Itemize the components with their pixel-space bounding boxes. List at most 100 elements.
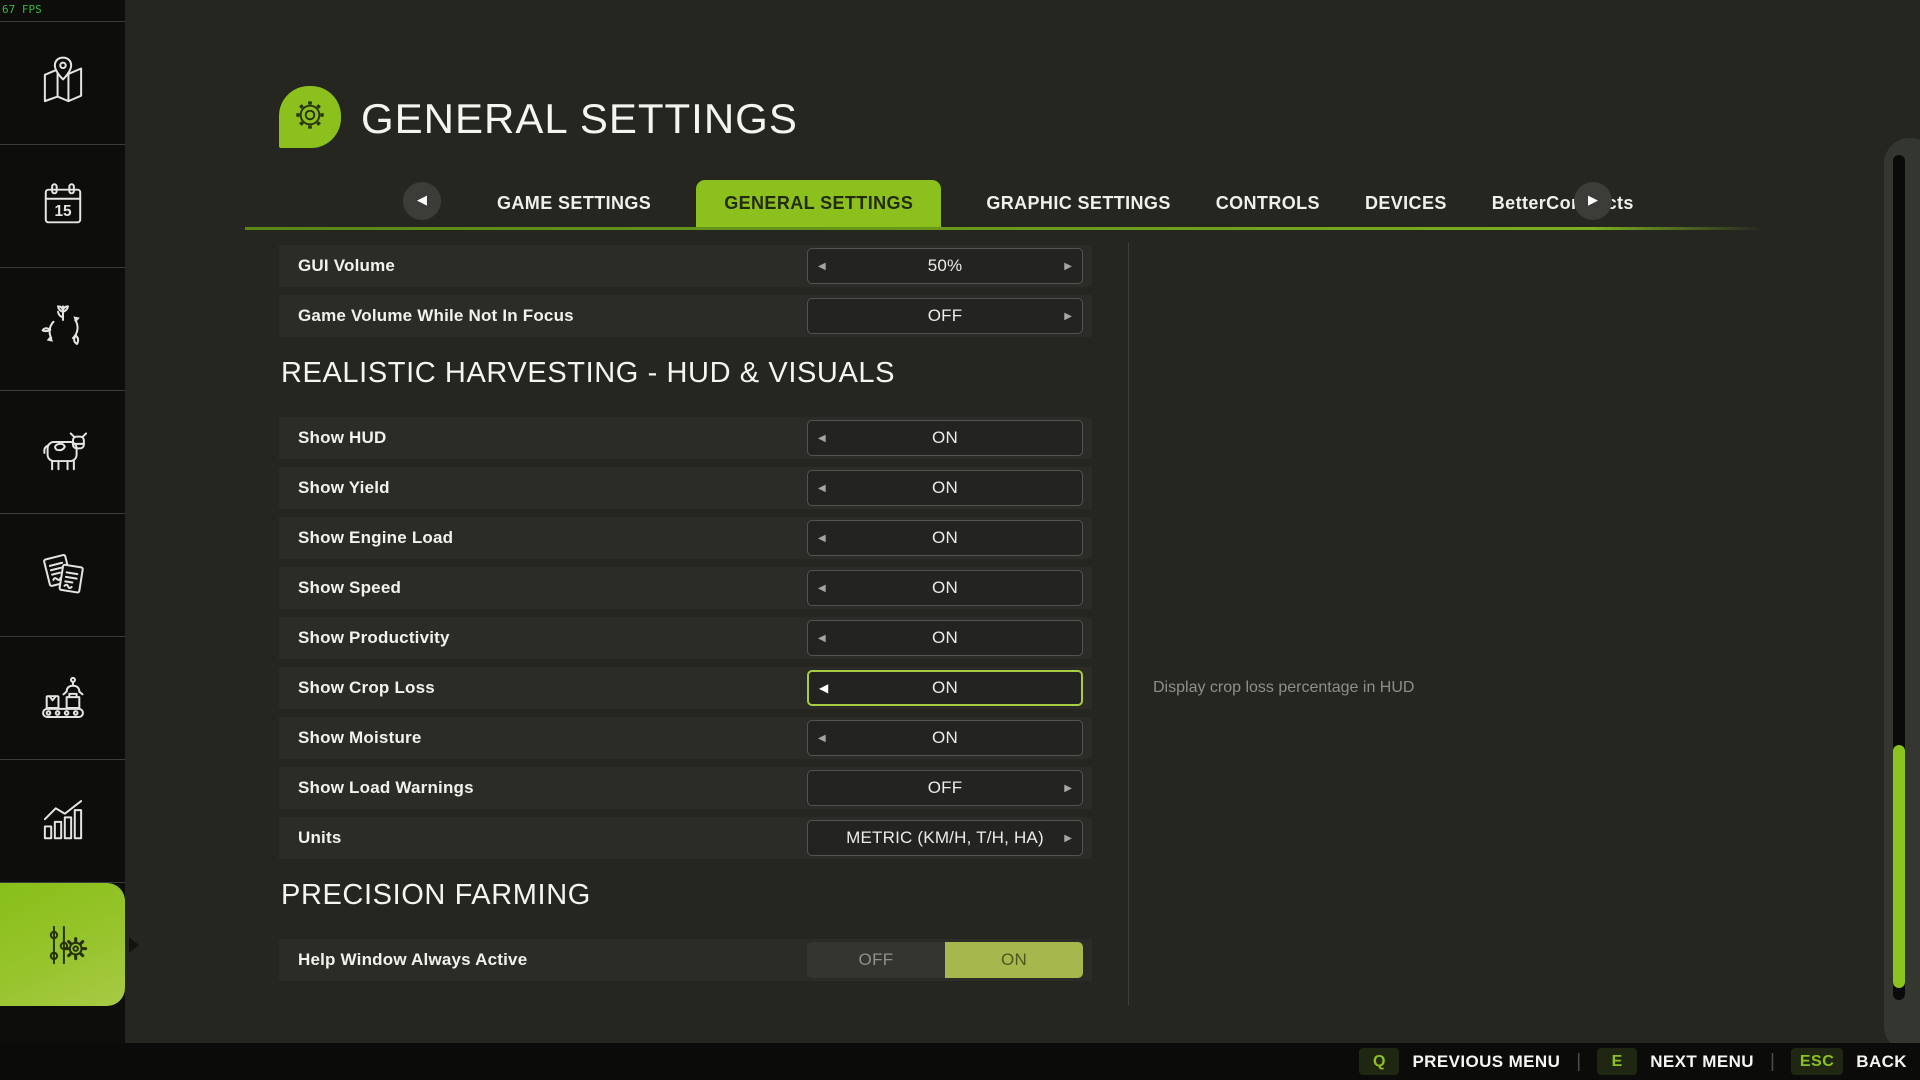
settings-list: GUI Volume ◀ 50% ▶ Game Volume While Not In … [279,245,1092,989]
selector-show-yield[interactable]: ◀ ON [807,470,1083,506]
setting-value: OFF [927,778,963,797]
setting-value: ON [932,628,958,647]
setting-value: ON [932,478,958,497]
setting-label: Show HUD [298,428,387,447]
sidebar-item-map[interactable] [0,22,125,145]
decrease-arrow-icon[interactable]: ◀ [818,721,826,755]
key-badge-q: Q [1359,1048,1400,1075]
sidebar-item-crop-rotation[interactable] [0,268,125,391]
setting-value: OFF [927,306,963,325]
setting-row-show-hud: Show HUD ◀ ON [279,417,1092,459]
increase-arrow-icon[interactable]: ▶ [1064,249,1072,283]
mod-settings-icon [34,916,92,974]
toggle-option-on[interactable]: ON [945,942,1083,978]
decrease-arrow-icon[interactable]: ◀ [819,672,828,704]
hint-label-next-menu: NEXT MENU [1650,1051,1754,1071]
selector-show-load-warnings[interactable]: OFF ▶ [807,770,1083,806]
tab-controls[interactable]: CONTROLS [1216,180,1320,227]
setting-label: Show Yield [298,478,390,497]
setting-label: Show Load Warnings [298,778,474,797]
svg-text:15: 15 [54,203,72,220]
sidebar-item-mod-settings[interactable] [0,883,139,1006]
key-hints-bar: Q PREVIOUS MENU | E NEXT MENU | ESC BACK [0,1043,1920,1080]
decrease-arrow-icon[interactable]: ◀ [818,571,826,605]
page-icon-badge [279,86,341,148]
sidebar-item-contracts[interactable] [0,514,125,637]
tab-general-settings[interactable]: GENERAL SETTINGS [696,180,942,227]
selector-show-crop-loss[interactable]: ◀ ON [807,670,1083,706]
hint-label-previous-menu: PREVIOUS MENU [1412,1051,1561,1071]
selector-units[interactable]: METRIC (KM/H, T/H, HA) ▶ [807,820,1083,856]
section-header-precision-farming: PRECISION FARMING [281,879,591,911]
selector-show-engine-load[interactable]: ◀ ON [807,520,1083,556]
active-item-arrow [129,936,139,953]
selector-show-hud[interactable]: ◀ ON [807,420,1083,456]
tabs-next-button[interactable]: ▶ [1574,182,1612,220]
decrease-arrow-icon[interactable]: ◀ [818,249,826,283]
decrease-arrow-icon[interactable]: ◀ [818,421,826,455]
sidebar-item-production[interactable] [0,637,125,760]
setting-label: Units [298,828,342,847]
selector-gui-volume[interactable]: ◀ 50% ▶ [807,248,1083,284]
scrollbar-track[interactable] [1893,155,1905,1000]
setting-row-show-crop-loss: Show Crop Loss ◀ ON [279,667,1092,709]
animals-icon [34,423,92,481]
setting-value: METRIC (KM/H, T/H, HA) [846,828,1044,847]
setting-label: Show Crop Loss [298,678,435,697]
toggle-option-off[interactable]: OFF [807,942,945,978]
gear-icon [287,92,333,143]
section-header-realistic-harvesting-hud-visuals: REALISTIC HARVESTING - HUD & VISUALS [281,357,896,389]
setting-row-show-moisture: Show Moisture ◀ ON [279,717,1092,759]
sidebar-item-calendar[interactable]: 15 [0,145,125,268]
selector-show-productivity[interactable]: ◀ ON [807,620,1083,656]
setting-label: Show Productivity [298,628,450,647]
setting-row-show-speed: Show Speed ◀ ON [279,567,1092,609]
setting-row-units: Units METRIC (KM/H, T/H, HA) ▶ [279,817,1092,859]
setting-row-show-load-warnings: Show Load Warnings OFF ▶ [279,767,1092,809]
setting-label: Help Window Always Active [298,950,528,969]
selector-show-speed[interactable]: ◀ ON [807,570,1083,606]
tab-bar: GAME SETTINGS GENERAL SETTINGS GRAPHIC SET… [497,180,1634,227]
tab-bettercontracts[interactable]: BetterContracts [1492,180,1634,227]
setting-value: ON [932,428,958,447]
tab-devices[interactable]: DEVICES [1365,180,1447,227]
increase-arrow-icon[interactable]: ▶ [1064,299,1072,333]
setting-value: ON [932,678,958,697]
sidebar-item-statistics[interactable] [0,760,125,883]
hint-label-back: BACK [1856,1051,1907,1071]
scrollbar [1884,138,1920,1052]
setting-row-show-engine-load: Show Engine Load ◀ ON [279,517,1092,559]
tabs-prev-button[interactable]: ◀ [403,182,441,220]
setting-label: Game Volume While Not In Focus [298,306,574,325]
setting-value: ON [932,578,958,597]
page-title: GENERAL SETTINGS [361,95,798,142]
decrease-arrow-icon[interactable]: ◀ [818,521,826,555]
general-settings-screen: 67 FPS 15 GENERAL SETTINGS ◀ GAME SETTIN… [0,0,1920,1080]
tab-graphic-settings[interactable]: GRAPHIC SETTINGS [986,180,1170,227]
map-icon [34,54,92,112]
selector-game-volume-while-not-in-focus[interactable]: OFF ▶ [807,298,1083,334]
setting-row-gui-volume: GUI Volume ◀ 50% ▶ [279,245,1092,287]
calendar-icon: 15 [34,177,92,235]
setting-row-help-window-always-active: Help Window Always Active OFF ON [279,939,1092,981]
increase-arrow-icon[interactable]: ▶ [1064,771,1072,805]
setting-row-game-volume-while-not-in-focus: Game Volume While Not In Focus OFF ▶ [279,295,1092,337]
scrollbar-thumb[interactable] [1893,745,1905,988]
setting-description: Display crop loss percentage in HUD [1153,679,1415,696]
increase-arrow-icon[interactable]: ▶ [1064,821,1072,855]
crop-rotation-icon [34,300,92,358]
sidebar-nav: 15 [0,0,139,1043]
decrease-arrow-icon[interactable]: ◀ [818,471,826,505]
setting-label: GUI Volume [298,256,396,275]
contracts-icon [34,546,92,604]
sidebar-item-animals[interactable] [0,391,125,514]
selector-show-moisture[interactable]: ◀ ON [807,720,1083,756]
production-icon [34,669,92,727]
statistics-icon [34,792,92,850]
setting-label: Show Engine Load [298,528,454,547]
hint-separator: | [1769,1050,1775,1072]
tab-game-settings[interactable]: GAME SETTINGS [497,180,651,227]
decrease-arrow-icon[interactable]: ◀ [818,621,826,655]
setting-row-show-productivity: Show Productivity ◀ ON [279,617,1092,659]
setting-row-show-yield: Show Yield ◀ ON [279,467,1092,509]
